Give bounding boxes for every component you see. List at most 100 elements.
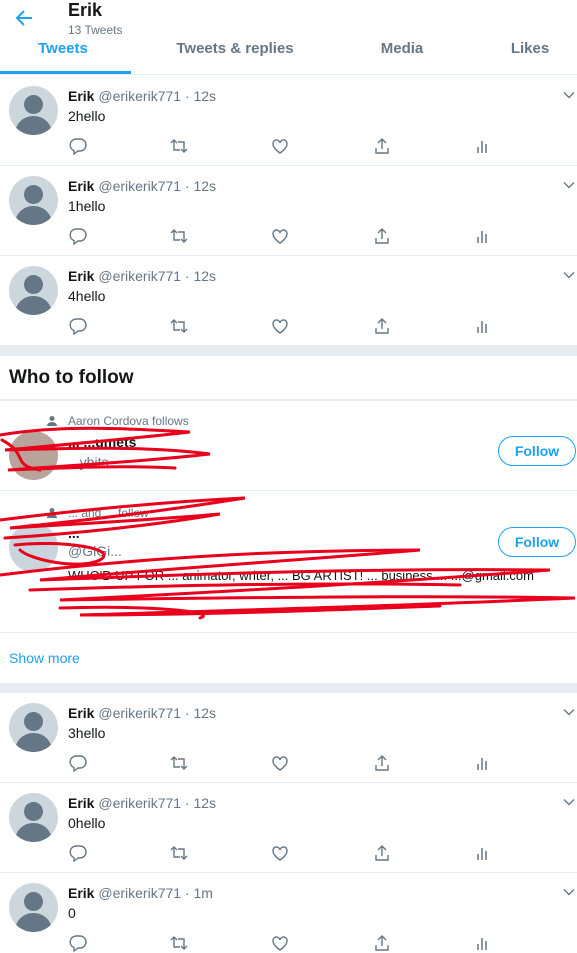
retweet-icon[interactable] — [169, 933, 189, 953]
like-icon[interactable] — [270, 226, 290, 246]
tweet-author-name[interactable]: Erik — [68, 268, 94, 284]
show-more-link[interactable]: Show more — [9, 650, 80, 666]
reply-icon[interactable] — [68, 843, 88, 863]
suggestion-bio: WHO'D UP FOR ... animator, writer, ... B… — [68, 568, 534, 583]
analytics-icon[interactable] — [473, 316, 493, 336]
retweet-icon[interactable] — [169, 226, 189, 246]
tweet-text: 0hello — [68, 815, 106, 831]
reply-icon[interactable] — [68, 316, 88, 336]
chevron-down-icon[interactable] — [563, 795, 575, 807]
reply-icon[interactable] — [68, 136, 88, 156]
back-arrow-icon[interactable] — [12, 6, 36, 30]
suggestion-name[interactable]: ... — [68, 525, 80, 541]
tweet-author-meta[interactable]: @erikerik771 · 1m — [98, 885, 213, 901]
follow-button[interactable]: Follow — [498, 436, 576, 466]
follow-button[interactable]: Follow — [498, 527, 576, 557]
tweet-text: 2hello — [68, 108, 106, 124]
share-icon[interactable] — [372, 933, 392, 953]
tweet-author-meta[interactable]: @erikerik771 · 12s — [98, 795, 216, 811]
person-icon — [46, 414, 58, 426]
analytics-icon[interactable] — [473, 843, 493, 863]
avatar[interactable] — [9, 176, 58, 225]
tweet-count: 13 Tweets — [68, 23, 123, 37]
tab-likes[interactable]: Likes — [500, 40, 560, 74]
analytics-icon[interactable] — [473, 753, 493, 773]
suggestion-handle[interactable]: @GiGi... — [68, 543, 122, 559]
like-icon[interactable] — [270, 933, 290, 953]
chevron-down-icon[interactable] — [563, 178, 575, 190]
section-divider — [0, 683, 577, 693]
tweet-author-meta[interactable]: @erikerik771 · 12s — [98, 268, 216, 284]
profile-tabs: Tweets Tweets & replies Media Likes — [0, 40, 577, 75]
tweet[interactable]: Erik @erikerik771 · 12s 4hello — [0, 256, 577, 346]
who-to-follow-title: Who to follow — [9, 367, 134, 388]
tweet[interactable]: Erik @erikerik771 · 1m 0 — [0, 873, 577, 953]
tweet-author-meta[interactable]: @erikerik771 · 12s — [98, 705, 216, 721]
tweet-author-meta[interactable]: @erikerik771 · 12s — [98, 88, 216, 104]
social-context: Aaron Cordova follows — [68, 414, 189, 428]
tweet-author-name[interactable]: Erik — [68, 795, 94, 811]
analytics-icon[interactable] — [473, 226, 493, 246]
chevron-down-icon[interactable] — [563, 268, 575, 280]
tweet-author-name[interactable]: Erik — [68, 178, 94, 194]
tweet[interactable]: Erik @erikerik771 · 12s 3hello — [0, 693, 577, 783]
tweet-actions — [0, 226, 577, 246]
tweet-text: 4hello — [68, 288, 106, 304]
tweet-text: 3hello — [68, 725, 106, 741]
tweet-actions — [0, 933, 577, 953]
analytics-icon[interactable] — [473, 933, 493, 953]
share-icon[interactable] — [372, 136, 392, 156]
follow-suggestion[interactable]: ... and ... follow ... @GiGi... WHO'D UP… — [0, 491, 577, 633]
tab-media[interactable]: Media — [362, 40, 442, 74]
suggestion-handle[interactable]: ...ybits — [68, 454, 108, 470]
avatar[interactable] — [9, 883, 58, 932]
chevron-down-icon[interactable] — [563, 88, 575, 100]
tweet-text: 1hello — [68, 198, 106, 214]
tweet-actions — [0, 753, 577, 773]
avatar[interactable] — [9, 703, 58, 752]
social-context: ... and ... follow — [68, 506, 149, 520]
like-icon[interactable] — [270, 136, 290, 156]
avatar[interactable] — [9, 793, 58, 842]
avatar[interactable] — [9, 266, 58, 315]
like-icon[interactable] — [270, 753, 290, 773]
tweet-actions — [0, 316, 577, 336]
like-icon[interactable] — [270, 316, 290, 336]
tweet-author-name[interactable]: Erik — [68, 88, 94, 104]
share-icon[interactable] — [372, 316, 392, 336]
tab-tweets[interactable]: Tweets — [0, 40, 126, 74]
tweet[interactable]: Erik @erikerik771 · 12s 1hello — [0, 166, 577, 256]
profile-name: Erik — [68, 0, 103, 20]
reply-icon[interactable] — [68, 226, 88, 246]
retweet-icon[interactable] — [169, 316, 189, 336]
reply-icon[interactable] — [68, 933, 88, 953]
tweet-actions — [0, 136, 577, 156]
person-icon — [46, 506, 58, 518]
suggestion-name[interactable]: ... ...umets — [68, 434, 136, 450]
avatar[interactable] — [9, 523, 58, 572]
analytics-icon[interactable] — [473, 136, 493, 156]
tweet-author-name[interactable]: Erik — [68, 705, 94, 721]
reply-icon[interactable] — [68, 753, 88, 773]
follow-suggestion[interactable]: Aaron Cordova follows ... ...umets ...yb… — [0, 401, 577, 491]
avatar[interactable] — [9, 431, 58, 480]
active-tab-indicator — [0, 71, 131, 74]
retweet-icon[interactable] — [169, 843, 189, 863]
avatar[interactable] — [9, 86, 58, 135]
tweet-author-name[interactable]: Erik — [68, 885, 94, 901]
retweet-icon[interactable] — [169, 753, 189, 773]
tab-tweets-replies[interactable]: Tweets & replies — [152, 40, 318, 74]
tweet-text: 0 — [68, 905, 76, 921]
retweet-icon[interactable] — [169, 136, 189, 156]
tweet[interactable]: Erik @erikerik771 · 12s 0hello — [0, 783, 577, 873]
chevron-down-icon[interactable] — [563, 705, 575, 717]
share-icon[interactable] — [372, 226, 392, 246]
chevron-down-icon[interactable] — [563, 885, 575, 897]
like-icon[interactable] — [270, 843, 290, 863]
tweet-author-meta[interactable]: @erikerik771 · 12s — [98, 178, 216, 194]
share-icon[interactable] — [372, 753, 392, 773]
profile-header: Erik 13 Tweets — [0, 0, 577, 40]
tweet-actions — [0, 843, 577, 863]
share-icon[interactable] — [372, 843, 392, 863]
tweet[interactable]: Erik @erikerik771 · 12s 2hello — [0, 76, 577, 166]
